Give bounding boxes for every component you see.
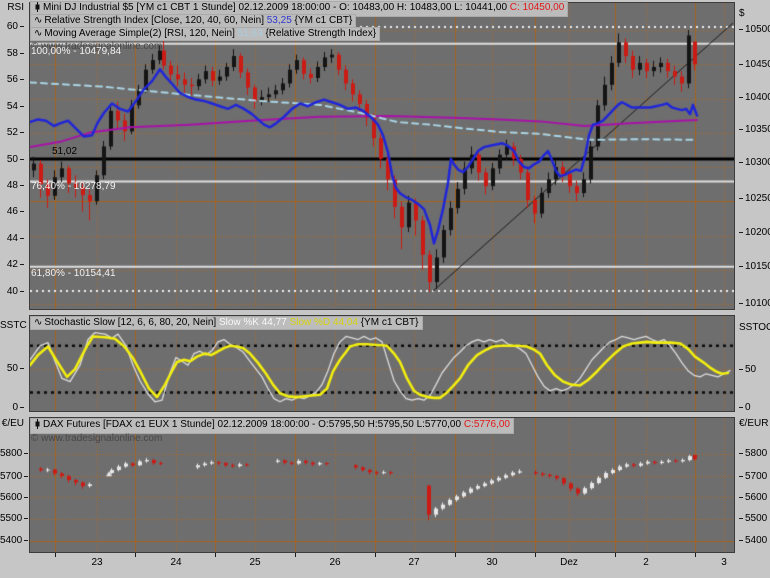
axis-tick-label-left-17: 5700 (0, 471, 23, 482)
axis-tick-label-right-8: 10150 (739, 262, 770, 272)
axis-title-left-15: €/EU (1, 418, 24, 429)
time-axis-tick (455, 553, 456, 557)
time-axis-tick (135, 553, 136, 557)
axis-tick-label-right-16: 5600 (739, 493, 767, 503)
axis-tick-label-right-14: 5800 (739, 449, 767, 459)
axis-tick-label-left-11: 40 (0, 287, 24, 297)
time-axis-label-27: 27 (408, 557, 420, 568)
time-axis-label-30: 30 (486, 557, 498, 568)
axis-tick-label-left-14: 0 (0, 403, 24, 413)
dax-panel[interactable] (29, 417, 735, 553)
rsi-price-panel[interactable] (29, 2, 735, 310)
time-axis-label-2: 2 (643, 557, 649, 568)
axis-tick-label-left-13: 50 (0, 364, 24, 374)
axis-tick-label-left-8: 46 (0, 207, 24, 217)
axis-title-right-0: $ (739, 8, 745, 19)
axis-tick-label-right-11: 50 (739, 365, 756, 375)
axis-tick-label-left-6: 50 (0, 155, 24, 165)
time-axis-tick (215, 553, 216, 557)
axis-tick-label-left-10: 42 (0, 260, 24, 270)
axis-tick-label-left-18: 5600 (0, 492, 23, 503)
axis-tick-label-left-19: 5500 (0, 513, 23, 524)
axis-tick-label-right-4: 10350 (739, 125, 770, 135)
stochastic-panel[interactable] (29, 315, 735, 412)
dax-chart-canvas[interactable] (30, 418, 734, 552)
trading-app-window: RSI 60 58 56 54 52 50 48 46 44 42 40 SSTC 50 0 €/EU 5800… (0, 0, 770, 578)
axis-tick-label-right-18: 5400 (739, 536, 767, 546)
axis-title-right-13: €/EUR (739, 418, 769, 429)
stochastic-chart-canvas[interactable] (30, 316, 734, 411)
time-axis-tick (375, 553, 376, 557)
axis-tick-label-right-3: 10400 (739, 93, 770, 103)
time-axis-label-3: 3 (721, 557, 727, 568)
time-axis-tick (615, 553, 616, 557)
time-axis-label-24: 24 (170, 557, 182, 568)
axis-tick-label-left-9: 44 (0, 234, 24, 244)
axis-tick-label-left-4: 54 (0, 102, 24, 112)
time-axis-tick (55, 553, 56, 557)
time-axis-label-26: 26 (329, 557, 341, 568)
axis-tick-label-right-1: 10500 (739, 25, 770, 35)
axis-tick-label-right-15: 5700 (739, 472, 767, 482)
axis-tick-label-right-9: 10100 (739, 299, 770, 309)
axis-tick-label-right-2: 10450 (739, 60, 770, 70)
time-axis-tick (695, 553, 696, 557)
axis-tick-label-right-12: 0 (739, 403, 751, 413)
time-axis-tick (535, 553, 536, 557)
time-axis-tick (295, 553, 296, 557)
axis-tick-label-right-6: 10250 (739, 194, 770, 204)
axis-tick-label-right-5: 10300 (739, 158, 770, 168)
axis-tick-label-left-16: 5800 (0, 448, 23, 459)
axis-tick-label-right-17: 5500 (739, 514, 767, 524)
axis-title-left-12: SSTC (0, 320, 27, 331)
axis-title-left-0: RSI (7, 2, 24, 13)
axis-tick-label-left-1: 60 (0, 22, 24, 32)
time-axis-label-Dez: Dez (560, 557, 578, 568)
time-axis-label-23: 23 (91, 557, 103, 568)
axis-tick-label-left-2: 58 (0, 49, 24, 59)
time-axis-label-25: 25 (249, 557, 261, 568)
axis-tick-label-left-3: 56 (0, 75, 24, 85)
rsi-price-chart-canvas[interactable] (30, 3, 734, 309)
axis-tick-label-left-7: 48 (0, 181, 24, 191)
axis-tick-label-left-20: 5400 (0, 535, 23, 546)
axis-title-right-10: SSTOC (739, 322, 770, 333)
axis-tick-label-left-5: 52 (0, 128, 24, 138)
axis-tick-label-right-7: 10200 (739, 228, 770, 238)
